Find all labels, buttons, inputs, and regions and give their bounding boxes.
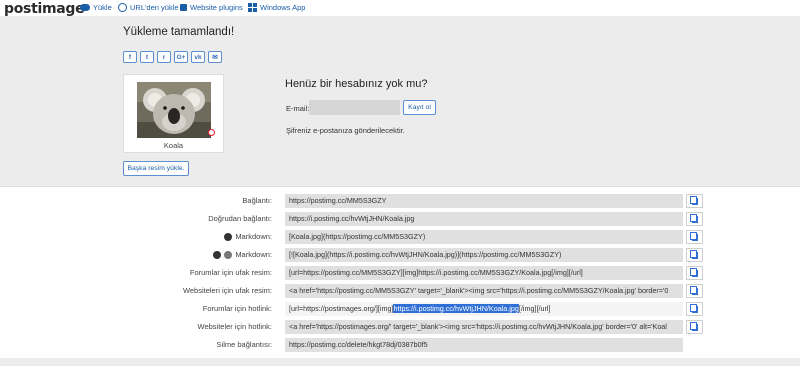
nav-upload-url-label: URL'den yükle [130, 3, 179, 12]
copy-button[interactable] [686, 284, 703, 298]
image-thumbnail-card: Koala [123, 74, 224, 153]
delete-icon[interactable] [208, 129, 215, 136]
website-thumbnail-field[interactable]: <a href='https://postimg.cc/MM5S3GZY' ta… [285, 284, 683, 298]
share-email-button[interactable]: ✉ [208, 51, 222, 63]
link-row: Bağlantı: https://postimg.cc/MM5S3GZY [0, 194, 800, 208]
copy-button[interactable] [686, 248, 703, 262]
selected-text: https://i.postimg.cc/hvWtjJHN/Koala.jpg [393, 304, 519, 313]
website-thumbnail-label: Websiteleri için ufak resim: [182, 286, 272, 295]
website-hotlink-label: Websiteler için hotlink: [197, 322, 272, 331]
upload-another-button[interactable]: Başka resim yükle. [123, 161, 189, 176]
register-button[interactable]: Kayıt ol [403, 100, 436, 115]
copy-button[interactable] [686, 266, 703, 280]
hotlink-prefix: [url=https://postimages.org/][img] [289, 304, 394, 313]
nav-website-plugins-label: Website plugins [190, 3, 243, 12]
markdown-label-text: Markdown: [235, 250, 272, 259]
delete-link-label: Silme bağlantısı: [216, 340, 272, 349]
copy-button[interactable] [686, 212, 703, 226]
delete-link-row: Silme bağlantısı: https://postimg.cc/del… [0, 338, 800, 352]
share-google-plus-button[interactable]: G+ [174, 51, 188, 63]
facebook-icon: f [128, 53, 132, 61]
account-title: Henüz bir hesabınız yok mu? [285, 78, 428, 90]
direct-link-field[interactable]: https://i.postimg.cc/hvWtjJHN/Koala.jpg [285, 212, 683, 226]
email-icon: ✉ [212, 54, 218, 61]
copy-icon [689, 231, 698, 241]
link-label: Bağlantı: [242, 196, 272, 205]
markdown-reddit-field[interactable]: [Koala.jpg](https://postimg.cc/MM5S3GZY) [285, 230, 683, 244]
website-hotlink-row: Websiteler için hotlink: <a href='https:… [0, 320, 800, 334]
cloud-upload-icon [80, 4, 90, 11]
nav-windows-app[interactable]: Windows App [248, 3, 305, 12]
hotlink-suffix: [/img][/url] [518, 304, 551, 313]
koala-image [137, 82, 211, 138]
upload-complete-panel [0, 16, 800, 186]
share-twitter-button[interactable]: t [140, 51, 154, 63]
site-logo[interactable]: postimage [4, 1, 85, 17]
markdown-label-text: Markdown: [235, 232, 272, 241]
website-hotlink-field[interactable]: <a href='https://postimages.org/' target… [285, 320, 683, 334]
forum-thumbnail-row: Forumlar için ufak resim: [url=https://p… [0, 266, 800, 280]
globe-icon [118, 3, 127, 12]
markdown-github-row: Markdown: [![Koala.jpg](https://i.postim… [0, 248, 800, 262]
nav-website-plugins[interactable]: Website plugins [180, 3, 243, 12]
password-note: Şifreniz e-postanıza gönderilecektir. [286, 126, 405, 135]
share-vk-button[interactable]: vk [191, 51, 205, 63]
copy-button[interactable] [686, 230, 703, 244]
image-caption: Koala [163, 141, 184, 150]
top-navbar: postimage Yükle URL'den yükle Website pl… [0, 0, 800, 17]
forum-thumbnail-label: Forumlar için ufak resim: [189, 268, 272, 277]
stackoverflow-icon [224, 250, 233, 259]
vk-icon: vk [194, 53, 202, 61]
markdown-reddit-label: Markdown: [224, 232, 272, 241]
copy-icon [689, 285, 698, 295]
twitter-icon: t [145, 53, 149, 61]
share-links-panel: Bağlantı: https://postimg.cc/MM5S3GZY Do… [0, 186, 800, 358]
copy-button[interactable] [686, 320, 703, 334]
link-field[interactable]: https://postimg.cc/MM5S3GZY [285, 194, 683, 208]
koala-thumbnail[interactable] [137, 82, 211, 138]
copy-button[interactable] [686, 194, 703, 208]
forum-thumbnail-field[interactable]: [url=https://postimg.cc/MM5S3GZY][img]ht… [285, 266, 683, 280]
copy-icon [689, 321, 698, 331]
copy-icon [689, 267, 698, 277]
direct-link-label: Doğrudan bağlantı: [208, 214, 272, 223]
footer-band [0, 358, 800, 366]
direct-link-row: Doğrudan bağlantı: https://i.postimg.cc/… [0, 212, 800, 226]
upload-complete-title: Yükleme tamamlandı! [123, 26, 235, 38]
copy-icon [689, 249, 698, 259]
website-thumbnail-row: Websiteleri için ufak resim: <a href='ht… [0, 284, 800, 298]
markdown-reddit-row: Markdown: [Koala.jpg](https://postimg.cc… [0, 230, 800, 244]
copy-icon [689, 195, 698, 205]
copy-button[interactable] [686, 302, 703, 316]
email-field[interactable] [309, 100, 400, 115]
share-buttons: f t r G+ vk ✉ [123, 51, 225, 63]
forum-hotlink-row: Forumlar için hotlink: [url=https://post… [0, 302, 800, 316]
nav-upload-label: Yükle [93, 3, 112, 12]
windows-icon [248, 3, 257, 12]
forum-hotlink-field[interactable]: [url=https://postimages.org/][img]https:… [285, 302, 683, 316]
google-plus-icon: G+ [176, 53, 186, 61]
email-label: E-mail: [286, 104, 310, 113]
share-reddit-button[interactable]: r [157, 51, 171, 63]
markdown-github-field[interactable]: [![Koala.jpg](https://i.postimg.cc/hvWtj… [285, 248, 683, 262]
reddit-icon: r [162, 53, 166, 61]
markdown-github-label: Markdown: [213, 250, 272, 259]
share-facebook-button[interactable]: f [123, 51, 137, 63]
github-icon [213, 250, 222, 259]
delete-link-field[interactable]: https://postimg.cc/delete/hkgt78dj/0387b… [285, 338, 683, 352]
copy-icon [689, 303, 698, 313]
nav-windows-app-label: Windows App [260, 3, 306, 12]
nav-upload-url[interactable]: URL'den yükle [118, 3, 179, 12]
copy-icon [689, 213, 698, 223]
puzzle-icon [180, 4, 187, 11]
reddit-icon [224, 232, 233, 241]
forum-hotlink-label: Forumlar için hotlink: [202, 304, 272, 313]
nav-upload[interactable]: Yükle [80, 3, 112, 12]
